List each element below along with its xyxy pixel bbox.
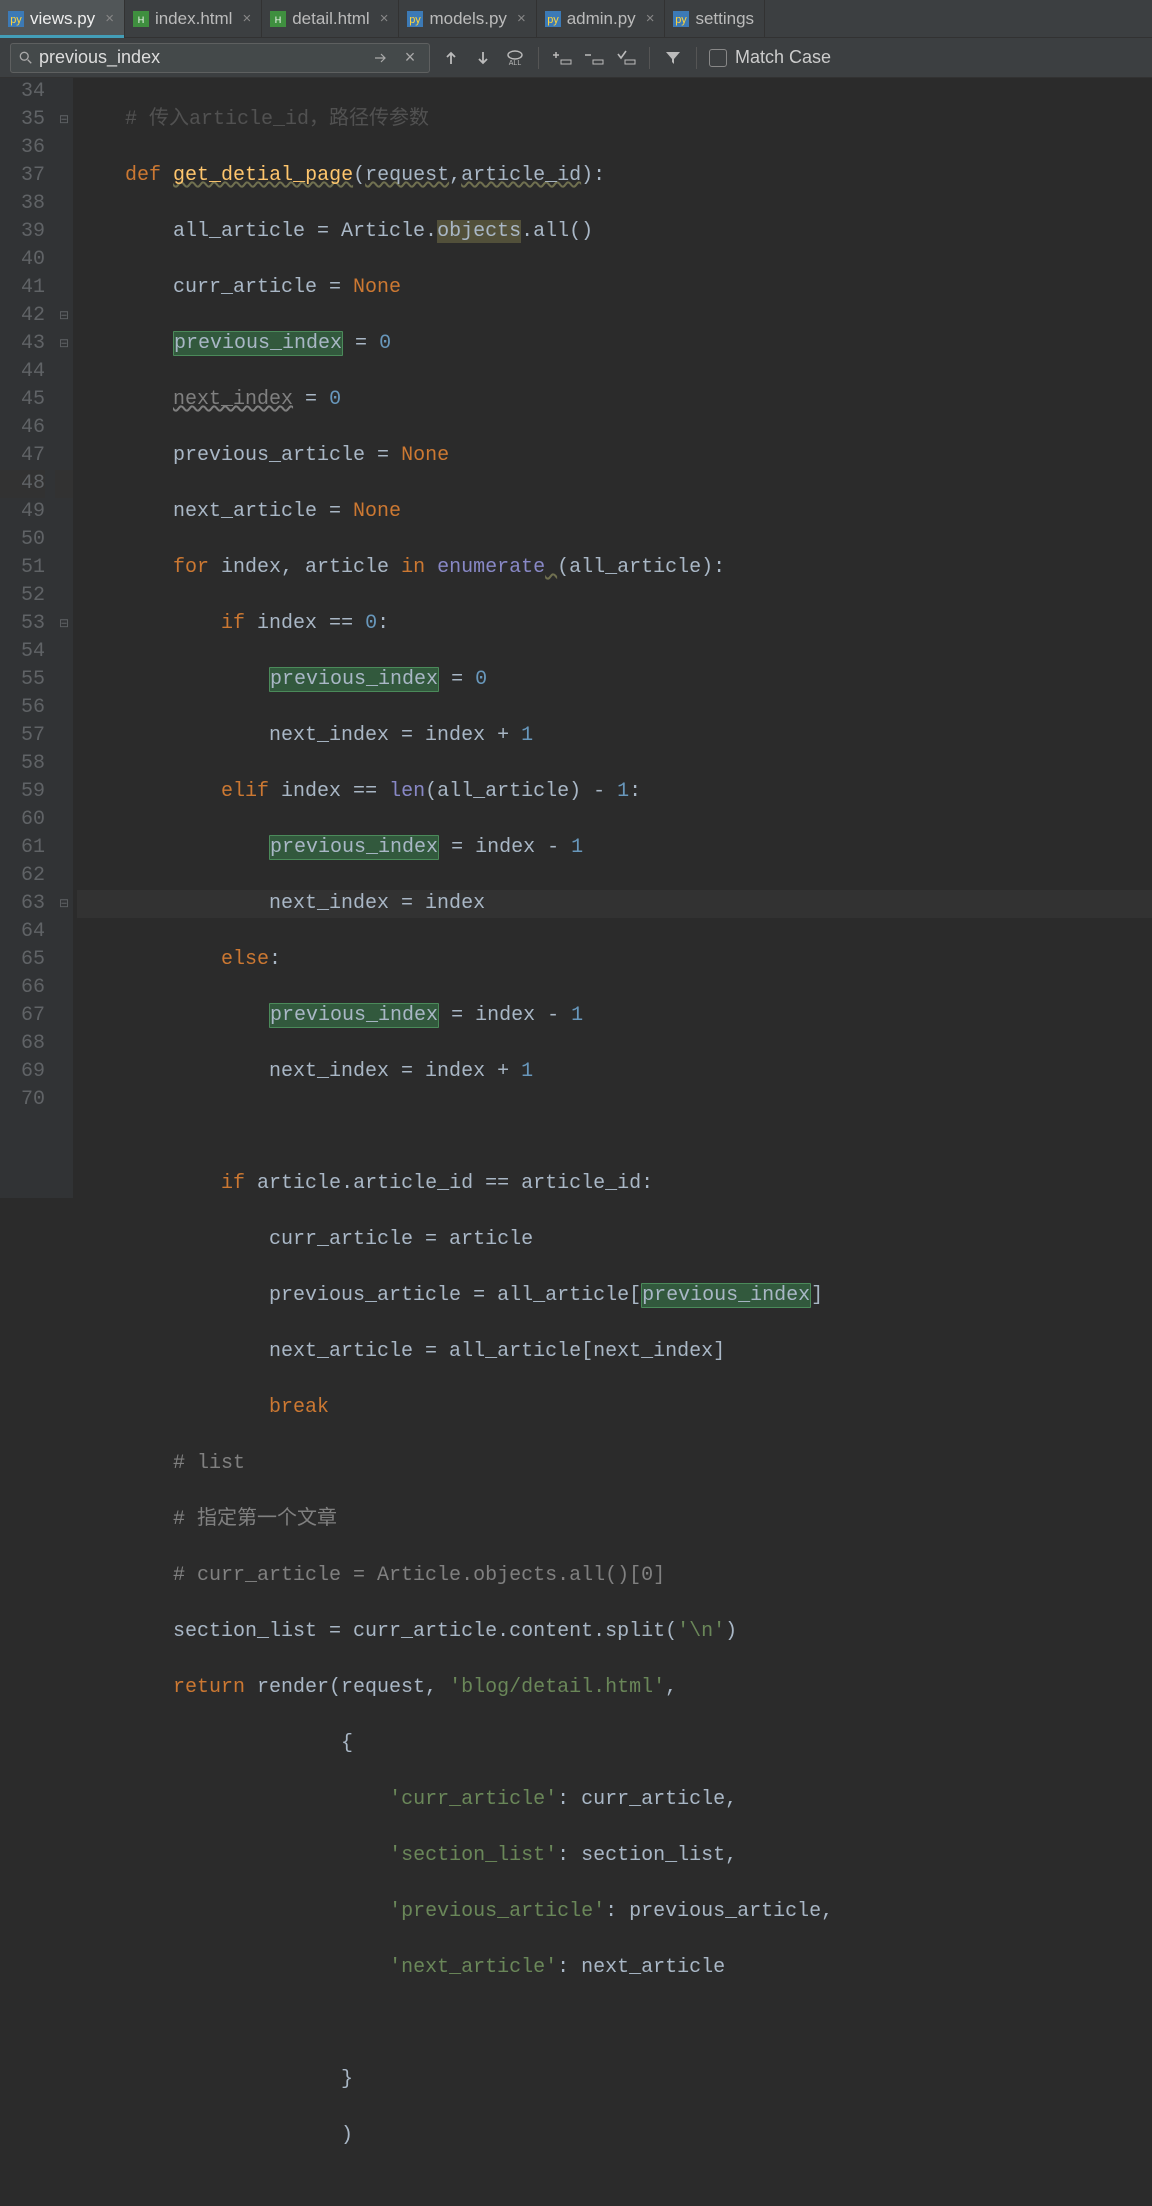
code-line: previous_article = all_article[previous_…	[77, 1283, 823, 1308]
separator	[696, 47, 697, 69]
close-icon[interactable]: ×	[101, 10, 114, 27]
line-number-gutter: 3435363738394041424344454647484950515253…	[0, 78, 55, 1198]
code-line: return render(request, 'blog/detail.html…	[77, 1676, 677, 1699]
code-line: 'section_list': section_list,	[77, 1844, 737, 1867]
find-history-icon[interactable]	[371, 47, 393, 69]
close-icon[interactable]: ×	[513, 10, 526, 27]
python-file-icon: py	[545, 11, 561, 27]
separator	[649, 47, 650, 69]
match-case-label: Match Case	[735, 47, 831, 68]
code-line: if article.article_id == article_id:	[77, 1172, 653, 1195]
tab-detail-html[interactable]: H detail.html ×	[262, 0, 399, 37]
code-line: previous_index = index - 1	[77, 835, 583, 860]
find-next-icon[interactable]	[472, 47, 494, 69]
code-line: all_article = Article.objects.all()	[77, 220, 593, 243]
tab-label: detail.html	[292, 9, 369, 29]
fold-gutter: ⊟⊟⊟⊟⊟	[55, 78, 73, 1198]
python-file-icon: py	[407, 11, 423, 27]
add-selection-icon[interactable]	[551, 47, 573, 69]
code-line: elif index == len(all_article) - 1:	[77, 780, 641, 803]
find-prev-icon[interactable]	[440, 47, 462, 69]
close-icon[interactable]: ×	[238, 10, 251, 27]
svg-text:py: py	[10, 14, 22, 26]
code-line: 'previous_article': previous_article,	[77, 1900, 833, 1923]
code-line: previous_index = index - 1	[77, 1003, 583, 1028]
python-file-icon: py	[8, 11, 24, 27]
code-line: )	[77, 2124, 353, 2147]
find-input-container: ×	[10, 43, 430, 73]
code-line: next_index = 0	[77, 388, 341, 411]
html-file-icon: H	[270, 11, 286, 27]
code-line: next_index = index + 1	[77, 724, 533, 747]
code-line: {	[77, 1732, 353, 1755]
close-icon[interactable]: ×	[376, 10, 389, 27]
svg-text:py: py	[676, 14, 688, 26]
code-line: if index == 0:	[77, 612, 389, 635]
svg-text:ALL: ALL	[509, 60, 522, 66]
code-line: 'next_article': next_article	[77, 1956, 725, 1979]
find-bar: × ALL Match Case	[0, 38, 1152, 78]
code-line: next_article = None	[77, 500, 401, 523]
code-line: previous_index = 0	[77, 331, 391, 356]
find-clear-icon[interactable]: ×	[399, 47, 421, 69]
tab-label: admin.py	[567, 9, 636, 29]
checkbox-icon[interactable]	[709, 49, 727, 67]
code-area[interactable]: # 传入article_id，路径传参数 def get_detial_page…	[73, 78, 1152, 1198]
code-editor[interactable]: 3435363738394041424344454647484950515253…	[0, 78, 1152, 1198]
select-occurrences-icon[interactable]	[615, 47, 637, 69]
remove-selection-icon[interactable]	[583, 47, 605, 69]
tab-index-html[interactable]: H index.html ×	[125, 0, 262, 37]
svg-text:py: py	[547, 14, 559, 26]
tab-views-py[interactable]: py views.py ×	[0, 0, 125, 37]
code-line: }	[77, 2068, 353, 2091]
code-line: next_index = index	[77, 892, 485, 915]
code-line: section_list = curr_article.content.spli…	[77, 1620, 737, 1643]
tab-admin-py[interactable]: py admin.py ×	[537, 0, 666, 37]
code-line: else:	[77, 948, 281, 971]
tab-settings-py[interactable]: py settings	[665, 0, 765, 37]
code-line: curr_article = None	[77, 276, 401, 299]
find-select-all-icon[interactable]: ALL	[504, 47, 526, 69]
svg-text:H: H	[275, 15, 282, 25]
tab-label: views.py	[30, 9, 95, 29]
code-line: def get_detial_page(request,article_id):	[77, 164, 605, 187]
filter-icon[interactable]	[662, 47, 684, 69]
code-line: next_article = all_article[next_index]	[77, 1340, 725, 1363]
code-line: next_index = index + 1	[77, 1060, 533, 1083]
code-line: 'curr_article': curr_article,	[77, 1788, 737, 1811]
match-case-toggle[interactable]: Match Case	[709, 47, 831, 68]
python-file-icon: py	[673, 11, 689, 27]
code-line: curr_article = article	[77, 1228, 533, 1251]
code-line: # curr_article = Article.objects.all()[0…	[77, 1564, 665, 1587]
code-line: # 传入article_id，路径传参数	[77, 108, 429, 131]
code-line: # list	[77, 1452, 245, 1475]
separator	[538, 47, 539, 69]
code-line: break	[77, 1396, 329, 1419]
code-line: # 指定第一个文章	[77, 1508, 337, 1531]
code-line: for index, article in enumerate (all_art…	[77, 556, 725, 579]
code-line: previous_index = 0	[77, 667, 487, 692]
tab-label: settings	[695, 9, 754, 29]
svg-text:py: py	[410, 14, 422, 26]
html-file-icon: H	[133, 11, 149, 27]
code-line: previous_article = None	[77, 444, 449, 467]
search-icon	[19, 51, 33, 65]
svg-text:H: H	[138, 15, 145, 25]
close-icon[interactable]: ×	[642, 10, 655, 27]
find-input[interactable]	[39, 47, 365, 68]
tab-label: index.html	[155, 9, 232, 29]
tab-bar: py views.py × H index.html × H detail.ht…	[0, 0, 1152, 38]
tab-models-py[interactable]: py models.py ×	[399, 0, 536, 37]
tab-label: models.py	[429, 9, 506, 29]
